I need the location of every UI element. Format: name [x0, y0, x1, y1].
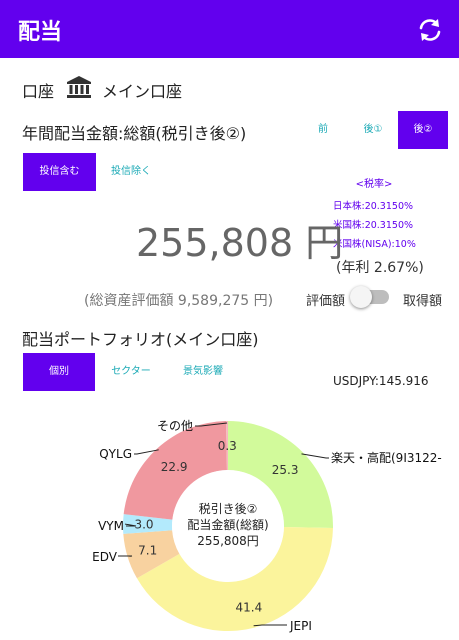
slice-leader-line [253, 624, 287, 627]
total-assets: (総資産評価額 9,589,275 円) [84, 293, 274, 309]
slice-value-label: 0.3 [218, 439, 237, 453]
app-title: 配当 [18, 20, 63, 45]
tab-individual[interactable]: 個別 [23, 353, 95, 391]
fx-rate: USDJPY:145.916 [333, 374, 429, 388]
center-label-line-3: 255,808円 [197, 534, 259, 548]
tab-tax-after-1[interactable]: 後① [350, 111, 396, 149]
portfolio-section-title: 配当ポートフォリオ(メイン口座) [22, 330, 259, 349]
slice-name-label: EDV [92, 550, 118, 564]
tax-rate-title: <税率> [355, 179, 393, 190]
bank-icon [67, 76, 91, 98]
slice-name-label: JEPI [289, 619, 312, 633]
toggle-label-valuation: 評価額 [306, 294, 346, 309]
tax-rate-us-nisa: 米国株(NISA):10% [333, 239, 416, 250]
slice-value-label: 22.9 [161, 460, 188, 474]
slice-value-label: 7.1 [138, 544, 157, 558]
slice-value-label: 41.4 [236, 600, 263, 614]
dividend-amount: 255,808 円 [136, 221, 344, 265]
tax-rate-japan: 日本株:20.3150% [333, 201, 414, 212]
tax-rate-us: 米国株:20.3150% [333, 220, 414, 231]
valuation-toggle-knob[interactable] [350, 286, 372, 308]
tab-tax-before[interactable]: 前 [300, 111, 346, 149]
tab-exclude-funds[interactable]: 投信除く [100, 153, 162, 191]
slice-value-label: 25.3 [272, 463, 299, 477]
tab-sector[interactable]: セクター [100, 353, 162, 391]
tab-economy-impact[interactable]: 景気影響 [172, 353, 234, 391]
tab-include-funds[interactable]: 投信含む [23, 153, 96, 191]
toggle-label-cost: 取得額 [403, 294, 443, 309]
slice-value-label: 3.0 [134, 517, 153, 531]
tab-tax-after-2[interactable]: 後② [398, 111, 448, 149]
account-name[interactable]: メイン口座 [102, 78, 182, 102]
center-label-line-1: 税引き後② [199, 502, 258, 516]
slice-name-label: 楽天・高配(9I3122- [331, 450, 442, 465]
dividend-donut-chart[interactable]: 25.3 楽天・高配(9I3122- 41.4 JEPI 7.1 EDV 3.0 VYM 22.… [0, 400, 459, 640]
slice-name-label: QYLG [99, 447, 132, 461]
app-bar: 配当 [0, 0, 459, 58]
slice-name-label: VYM [98, 519, 124, 533]
dividend-section-title: 年間配当金額:総額(税引き後②) [22, 124, 247, 143]
account-label: 口座 [22, 82, 55, 101]
dividend-yield: (年利 2.67%) [336, 260, 424, 276]
refresh-icon[interactable] [416, 16, 444, 44]
center-label-line-2: 配当金額(総額) [187, 517, 268, 532]
slice-name-label: その他 [157, 419, 193, 433]
